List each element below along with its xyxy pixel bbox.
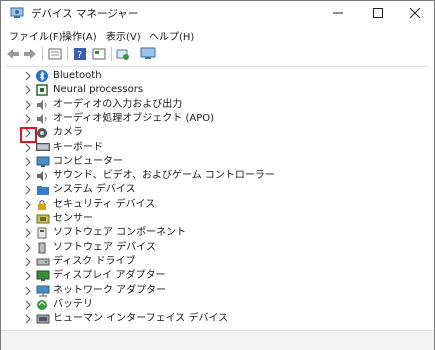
tree-item-label: ネットワーク アダプター xyxy=(53,284,167,296)
expand-chevron-icon[interactable] xyxy=(22,113,34,125)
monitor-button[interactable] xyxy=(140,46,156,62)
tree-item[interactable]: コンピューター xyxy=(6,155,426,169)
tree-item-label: ディスク ドライブ xyxy=(53,255,136,267)
window-title: デバイス マネージャー xyxy=(31,8,139,20)
tree-item[interactable]: ディスプレイ アダプター xyxy=(6,269,426,283)
tree-item-label: センサー xyxy=(53,213,93,224)
tree-item-label: オーディオの入力および出力 xyxy=(53,98,183,110)
device-tree: Bluetooth Neural processors オーディオの入力および出力オ… xyxy=(6,66,428,329)
tree-item-label: システム デバイス xyxy=(53,184,136,196)
tree-item-label: カメラ xyxy=(53,127,83,139)
disk-icon xyxy=(36,256,50,268)
expand-chevron-icon[interactable] xyxy=(22,142,34,154)
speaker-icon xyxy=(36,113,48,125)
svg-text:?: ? xyxy=(77,50,82,61)
device-view-button[interactable] xyxy=(91,46,107,62)
menu-view[interactable]: 表示(V) xyxy=(106,28,141,43)
tree-item[interactable]: ソフトウェア デバイス xyxy=(6,241,426,255)
tree-item-label: サウンド、ビデオ、およびゲーム コントローラー xyxy=(53,170,275,182)
tree-item-label: キーボード xyxy=(53,141,103,153)
tree-item[interactable]: ソフトウェア コンポーネント xyxy=(6,226,426,240)
expand-chevron-icon[interactable] xyxy=(22,256,34,268)
display-icon xyxy=(36,270,50,282)
tree-item[interactable]: Bluetooth xyxy=(6,69,426,83)
title-bar: デバイス マネージャー xyxy=(1,1,434,25)
expand-chevron-icon[interactable] xyxy=(22,70,34,82)
menu-help[interactable]: ヘルプ(H) xyxy=(149,28,194,43)
expand-chevron-icon[interactable] xyxy=(22,242,34,254)
tree-item-label: ディスプレイ アダプター xyxy=(53,270,166,282)
tree-item[interactable]: カメラ xyxy=(6,126,426,140)
network-icon xyxy=(36,285,50,297)
back-button[interactable] xyxy=(5,46,21,62)
tree-item-label: ソフトウェア デバイス xyxy=(53,241,156,253)
tree-item[interactable]: ヒューマン インターフェイス デバイス xyxy=(6,312,426,326)
security-icon xyxy=(36,199,48,211)
expand-chevron-icon[interactable] xyxy=(22,299,34,311)
expand-chevron-icon[interactable] xyxy=(22,285,34,297)
tree-item-label: Bluetooth xyxy=(53,70,102,81)
scan-hardware-button[interactable] xyxy=(115,46,131,62)
expand-chevron-icon[interactable] xyxy=(22,213,34,225)
expand-chevron-icon[interactable] xyxy=(22,99,34,111)
computer-icon xyxy=(36,156,50,168)
bluetooth-icon xyxy=(36,70,48,82)
tree-item-label: セキュリティ デバイス xyxy=(53,198,156,210)
sensor-icon xyxy=(36,213,50,225)
tree-item-label: ソフトウェア コンポーネント xyxy=(53,227,187,239)
expand-chevron-icon[interactable] xyxy=(22,199,34,211)
expand-chevron-icon[interactable] xyxy=(22,84,34,96)
menu-bar: ファイル(F) 操作(A) 表示(V) ヘルプ(H) xyxy=(1,27,434,43)
tree-item[interactable]: オーディオの入力および出力 xyxy=(6,98,426,112)
hid-icon xyxy=(36,313,50,325)
processor-icon xyxy=(36,84,48,97)
status-bar xyxy=(1,330,434,350)
tree-item-label: Neural processors xyxy=(53,84,144,96)
keyboard-icon xyxy=(36,142,50,154)
menu-action[interactable]: 操作(A) xyxy=(62,28,97,43)
software-device-icon xyxy=(36,242,48,254)
tree-item-label: オーディオ処理オブジェクト (APO) xyxy=(53,112,215,124)
speaker-icon xyxy=(36,99,48,111)
tree-item[interactable]: ネットワーク アダプター xyxy=(6,284,426,298)
tree-item-label: バッテリ xyxy=(53,298,93,310)
help-button[interactable]: ? xyxy=(72,46,88,62)
red-highlight-box xyxy=(20,127,37,143)
toolbar: ? xyxy=(1,43,434,65)
maximize-button[interactable] xyxy=(359,1,397,25)
tree-item[interactable]: システム デバイス xyxy=(6,183,426,197)
tree-item[interactable]: ディスク ドライブ xyxy=(6,255,426,269)
properties-view-button[interactable] xyxy=(47,46,63,62)
tree-item-label: コンピューター xyxy=(53,155,123,167)
tree-item[interactable]: サウンド、ビデオ、およびゲーム コントローラー xyxy=(6,169,426,183)
menu-file[interactable]: ファイル(F) xyxy=(9,28,63,43)
close-button[interactable] xyxy=(396,1,434,25)
sound-icon xyxy=(36,170,48,182)
tree-item[interactable]: キーボード xyxy=(6,141,426,155)
tree-item-label: ヒューマン インターフェイス デバイス xyxy=(53,313,229,325)
expand-chevron-icon[interactable] xyxy=(22,170,34,182)
expand-chevron-icon[interactable] xyxy=(22,227,34,239)
camera-icon xyxy=(36,127,48,139)
expand-chevron-icon[interactable] xyxy=(22,313,34,325)
folder-icon xyxy=(36,184,49,196)
tree-item[interactable]: セキュリティ デバイス xyxy=(6,198,426,212)
component-icon xyxy=(36,227,48,239)
expand-chevron-icon[interactable] xyxy=(22,156,34,168)
minimize-button[interactable] xyxy=(319,1,357,25)
expand-chevron-icon[interactable] xyxy=(22,184,34,196)
battery-icon xyxy=(36,299,48,311)
device-manager-app-icon xyxy=(10,7,24,22)
forward-button[interactable] xyxy=(22,46,38,62)
tree-item[interactable]: センサー xyxy=(6,212,426,226)
device-manager-window: デバイス マネージャー ファイル(F) 操作(A) 表示(V) ヘルプ(H) ? xyxy=(0,0,435,350)
tree-item[interactable]: Neural processors xyxy=(6,83,426,97)
expand-chevron-icon[interactable] xyxy=(22,270,34,282)
tree-item[interactable]: オーディオ処理オブジェクト (APO) xyxy=(6,112,426,126)
tree-item[interactable]: バッテリ xyxy=(6,298,426,312)
